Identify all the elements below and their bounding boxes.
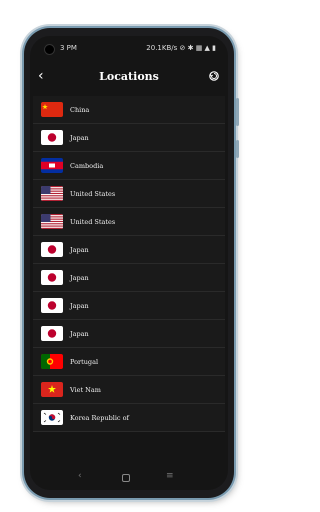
location-name: Cambodia (70, 161, 104, 170)
location-row[interactable]: China (33, 96, 225, 124)
location-row[interactable]: Japan (33, 124, 225, 152)
app-header: ‹ Locations (30, 64, 228, 94)
japan-flag-icon (41, 270, 63, 285)
location-name: United States (70, 189, 116, 198)
location-name: Japan (70, 329, 89, 338)
location-name: Portugal (70, 357, 99, 366)
location-row[interactable]: United States (33, 208, 225, 236)
screen: 3 PM 20.1KB/s ⊘ ✱ ▦ ▲ ▮ ‹ Locations Chin… (30, 36, 228, 490)
camera-hole (44, 44, 55, 55)
vietnam-flag-icon (41, 382, 63, 397)
korea-flag-icon (41, 410, 63, 425)
portugal-flag-icon (41, 354, 63, 369)
china-flag-icon (41, 102, 63, 117)
location-row[interactable]: Japan (33, 292, 225, 320)
phone-frame: 3 PM 20.1KB/s ⊘ ✱ ▦ ▲ ▮ ‹ Locations Chin… (24, 28, 239, 498)
location-list: China Japan Cambodia United States United St… (30, 96, 228, 432)
japan-flag-icon (41, 130, 63, 145)
location-row[interactable]: Korea Republic of (33, 404, 225, 432)
location-row[interactable]: United States (33, 180, 225, 208)
status-icons: ⊘ ✱ ▦ ▲ ▮ (179, 44, 216, 52)
japan-flag-icon (41, 242, 63, 257)
network-speed: 20.1KB/s (146, 44, 178, 52)
usa-flag-icon (41, 186, 63, 201)
nav-menu-icon[interactable]: ≡ (166, 471, 174, 481)
location-name: Japan (70, 133, 89, 142)
japan-flag-icon (41, 326, 63, 341)
location-name: Japan (70, 301, 89, 310)
location-name: Japan (70, 245, 89, 254)
location-name: United States (70, 217, 116, 226)
cambodia-flag-icon (41, 158, 63, 173)
location-name: China (70, 105, 90, 114)
japan-flag-icon (41, 298, 63, 313)
location-name: Japan (70, 273, 89, 282)
location-row[interactable]: Cambodia (33, 152, 225, 180)
refresh-icon[interactable] (208, 70, 220, 82)
location-row[interactable]: Japan (33, 236, 225, 264)
status-bar: 3 PM 20.1KB/s ⊘ ✱ ▦ ▲ ▮ (30, 36, 228, 60)
location-row[interactable]: Portugal (33, 348, 225, 376)
nav-home-icon[interactable] (122, 474, 130, 482)
usa-flag-icon (41, 214, 63, 229)
location-row[interactable]: Japan (33, 320, 225, 348)
location-name: Viet Nam (70, 385, 101, 394)
power-button (236, 140, 239, 158)
page-title: Locations (99, 70, 159, 83)
nav-bar: ‹ ≡ (30, 464, 228, 490)
location-row[interactable]: Viet Nam (33, 376, 225, 404)
volume-button (236, 98, 239, 126)
status-time: 3 PM (60, 44, 77, 52)
status-right: 20.1KB/s ⊘ ✱ ▦ ▲ ▮ (146, 44, 216, 52)
location-name: Korea Republic of (70, 413, 129, 422)
nav-back-icon[interactable]: ‹ (78, 471, 82, 481)
location-row[interactable]: Japan (33, 264, 225, 292)
